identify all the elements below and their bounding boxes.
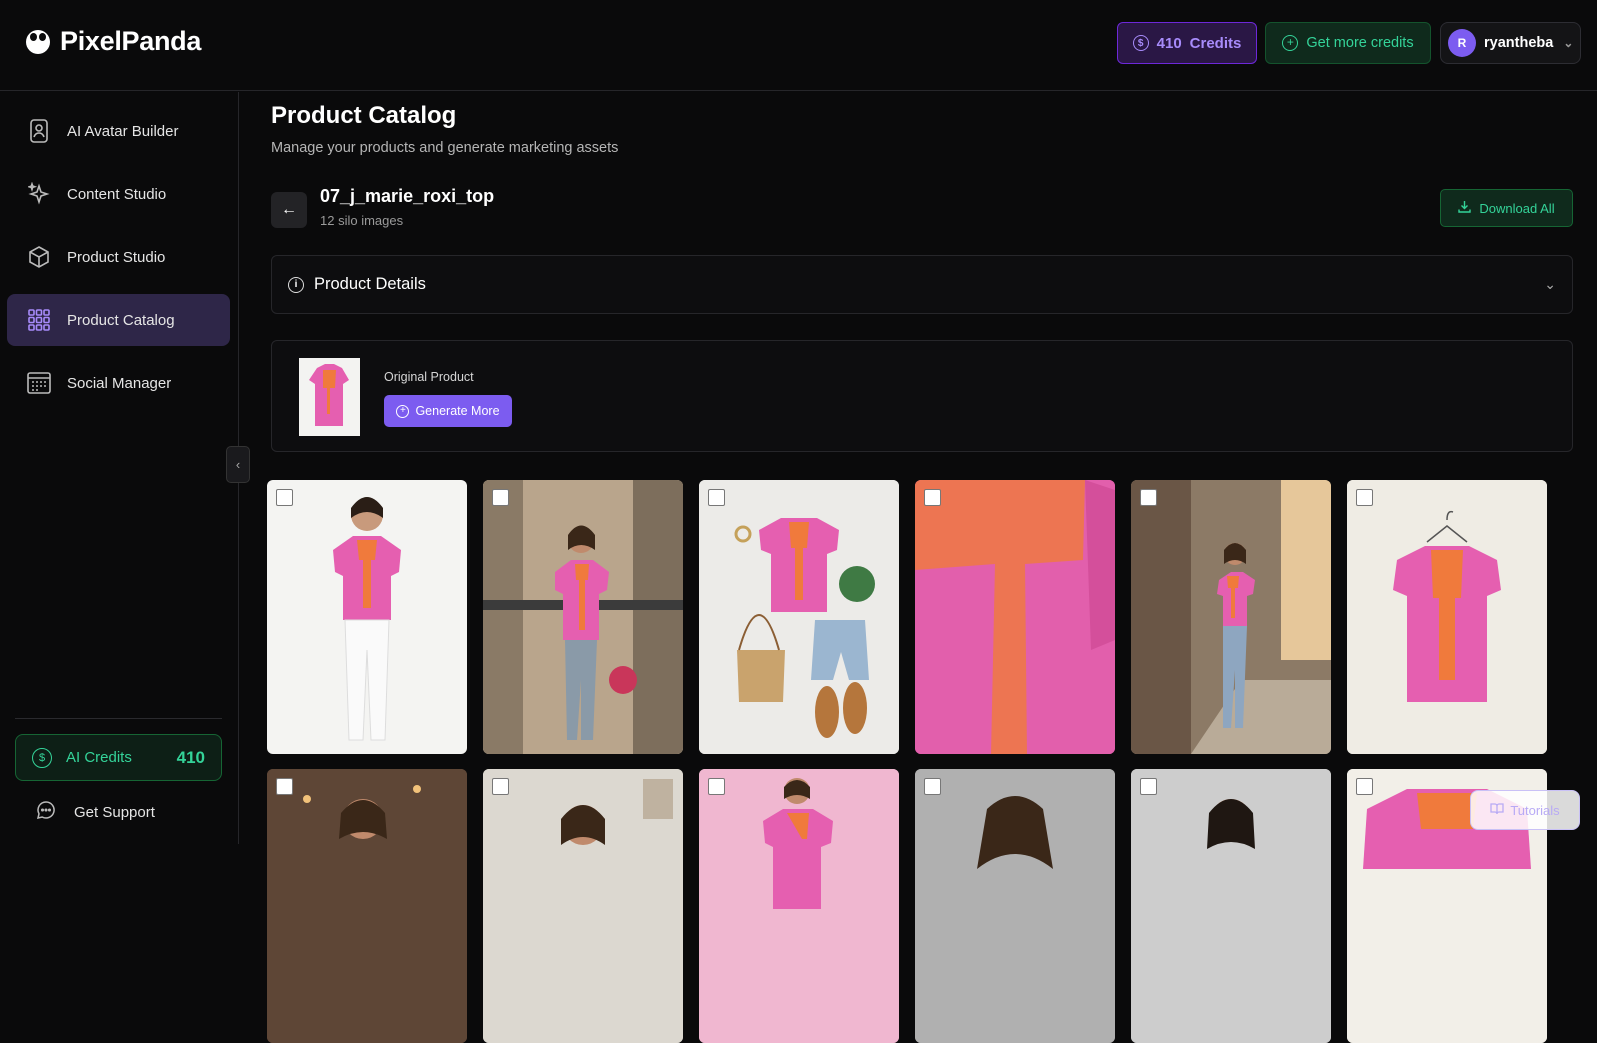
get-support-label: Get Support — [74, 803, 155, 821]
coin-icon: $ — [32, 747, 52, 768]
tutorials-button[interactable]: Tutorials — [1470, 790, 1580, 830]
main-content: Product Catalog Manage your products and… — [240, 92, 1597, 1043]
select-checkbox[interactable] — [708, 778, 725, 795]
calendar-icon — [27, 371, 51, 395]
generated-image-tile[interactable] — [1131, 769, 1331, 1043]
panda-logo-icon — [26, 29, 50, 54]
generated-image-tile[interactable] — [699, 769, 899, 1043]
generate-more-button[interactable]: + Generate More — [384, 395, 512, 427]
generated-image-tile[interactable] — [483, 769, 683, 1043]
sparkle-icon — [27, 182, 51, 206]
sidebar-item-product-catalog[interactable]: Product Catalog — [7, 294, 230, 346]
credits-count: 410 — [1156, 34, 1182, 52]
sidebar-item-label: Product Catalog — [67, 311, 175, 329]
top-bar: PixelPanda $ 410 Credits + Get more cred… — [0, 0, 1597, 91]
generated-image-tile[interactable] — [267, 769, 467, 1043]
product-name: 07_j_marie_roxi_top — [320, 186, 495, 206]
generated-image-tile[interactable] — [1347, 480, 1547, 754]
get-more-credits-label: Get more credits — [1306, 35, 1414, 51]
page-title: Product Catalog — [271, 102, 457, 129]
generated-image-tile[interactable] — [699, 480, 899, 754]
sidebar-item-label: Product Studio — [67, 248, 166, 266]
ai-credits-label: AI Credits — [66, 749, 132, 766]
back-button[interactable]: ← — [271, 192, 307, 228]
generated-image-tile[interactable] — [1131, 480, 1331, 754]
grid-icon — [27, 308, 51, 332]
image-count: 12 silo images — [320, 213, 404, 228]
select-checkbox[interactable] — [1140, 778, 1157, 795]
product-details-accordion[interactable]: i Product Details ⌄ — [271, 255, 1573, 314]
select-checkbox[interactable] — [1140, 489, 1157, 506]
download-icon — [1458, 200, 1472, 216]
plus-circle-icon: + — [1282, 35, 1299, 51]
divider — [15, 718, 222, 719]
chat-bubble-icon — [36, 800, 56, 824]
sidebar-item-label: AI Avatar Builder — [67, 122, 179, 140]
credits-button[interactable]: $ 410 Credits — [1117, 22, 1257, 64]
tutorials-label: Tutorials — [1510, 802, 1560, 818]
select-checkbox[interactable] — [924, 489, 941, 506]
arrow-left-icon: ← — [281, 201, 297, 218]
sidebar-item-social-manager[interactable]: Social Manager — [7, 357, 230, 409]
plus-circle-icon: + — [396, 404, 410, 418]
sidebar: AI Avatar Builder Content Studio Product… — [0, 92, 239, 844]
original-product-label: Original Product — [384, 370, 474, 384]
get-more-credits-button[interactable]: + Get more credits — [1265, 22, 1431, 64]
select-checkbox[interactable] — [924, 778, 941, 795]
credits-label: Credits — [1189, 34, 1242, 52]
user-menu[interactable]: R ryantheba ⌄ — [1440, 22, 1581, 64]
sidebar-item-content-studio[interactable]: Content Studio — [7, 168, 230, 220]
coin-icon: $ — [1132, 35, 1149, 51]
generate-more-label: Generate More — [415, 404, 500, 418]
product-details-label: Product Details — [314, 275, 426, 293]
select-checkbox[interactable] — [492, 778, 509, 795]
avatar-icon — [27, 119, 51, 143]
select-checkbox[interactable] — [276, 778, 293, 795]
ai-credits-value: 410 — [176, 747, 205, 767]
original-product-card: Original Product + Generate More — [271, 340, 1573, 452]
generated-image-tile[interactable] — [483, 480, 683, 754]
select-checkbox[interactable] — [1356, 489, 1373, 506]
generated-image-tile[interactable] — [915, 769, 1115, 1043]
page-subtitle: Manage your products and generate market… — [271, 140, 619, 156]
avatar: R — [1448, 29, 1476, 57]
sidebar-item-ai-avatar-builder[interactable]: AI Avatar Builder — [7, 105, 230, 157]
select-checkbox[interactable] — [276, 489, 293, 506]
sidebar-item-label: Content Studio — [67, 185, 167, 203]
logo[interactable]: PixelPanda — [26, 26, 201, 57]
box-icon — [27, 245, 51, 269]
get-support-link[interactable]: Get Support — [36, 800, 155, 824]
generated-image-tile[interactable] — [267, 480, 467, 754]
ai-credits-card[interactable]: $ AI Credits 410 — [15, 734, 222, 781]
download-all-label: Download All — [1479, 200, 1555, 216]
select-checkbox[interactable] — [492, 489, 509, 506]
original-product-thumbnail[interactable] — [299, 358, 360, 436]
sidebar-item-product-studio[interactable]: Product Studio — [7, 231, 230, 283]
book-icon — [1490, 802, 1504, 818]
info-icon: i — [288, 276, 304, 293]
download-all-button[interactable]: Download All — [1440, 189, 1573, 227]
generated-image-tile[interactable] — [915, 480, 1115, 754]
app-name: PixelPanda — [60, 26, 202, 56]
chevron-down-icon: ⌄ — [1563, 36, 1574, 50]
select-checkbox[interactable] — [708, 489, 725, 506]
sidebar-item-label: Social Manager — [67, 374, 172, 392]
username: ryantheba — [1484, 35, 1554, 51]
chevron-down-icon: ⌄ — [1544, 276, 1556, 292]
select-checkbox[interactable] — [1356, 778, 1373, 795]
